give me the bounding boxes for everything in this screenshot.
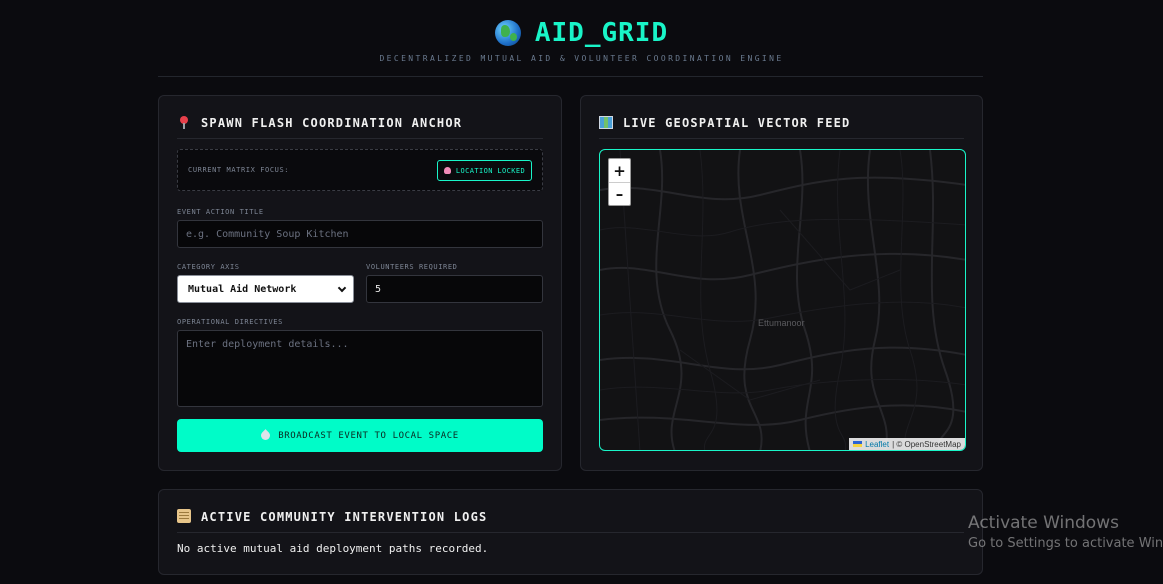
watermark-line1: Activate Windows [968, 513, 1119, 533]
spawn-panel-title: SPAWN FLASH COORDINATION ANCHOR [201, 116, 463, 130]
category-selected-value: Mutual Aid Network [188, 283, 297, 295]
location-locked-label: LOCATION LOCKED [455, 166, 526, 175]
leaflet-link[interactable]: Leaflet [865, 440, 889, 449]
volunteers-input[interactable] [366, 275, 543, 303]
spawn-anchor-panel: SPAWN FLASH COORDINATION ANCHOR CURRENT … [158, 95, 562, 471]
directives-label: OPERATIONAL DIRECTIVES [177, 318, 283, 326]
category-label: CATEGORY AXIS [177, 263, 240, 271]
ukraine-flag-icon [853, 441, 863, 447]
logs-panel-title: ACTIVE COMMUNITY INTERVENTION LOGS [201, 510, 488, 524]
map-place-label: Ettumanoor [758, 318, 805, 328]
app-subtitle: DECENTRALIZED MUTUAL AID & VOLUNTEER COO… [379, 54, 784, 63]
watermark-line2: Go to Settings to activate Windows. [968, 536, 1163, 551]
osm-attribution: | © OpenStreetMap [892, 439, 961, 449]
zoom-out-button[interactable]: – [609, 182, 630, 205]
directives-textarea[interactable] [177, 330, 543, 407]
focus-label: CURRENT MATRIX FOCUS: [188, 166, 290, 174]
zoom-controls: + – [608, 158, 631, 206]
map-panel-title: LIVE GEOSPATIAL VECTOR FEED [623, 116, 851, 130]
map-attribution: Leaflet | © OpenStreetMap [849, 438, 965, 450]
event-title-label: EVENT ACTION TITLE [177, 208, 264, 216]
category-select[interactable]: Mutual Aid Network [177, 275, 354, 303]
location-icon [443, 167, 451, 174]
app-title: AID_GRID [534, 18, 669, 48]
matrix-focus-box: CURRENT MATRIX FOCUS: LOCATION LOCKED [177, 149, 543, 191]
broadcast-event-button[interactable]: BROADCAST EVENT TO LOCAL SPACE [177, 419, 543, 452]
header-divider [158, 76, 983, 77]
volunteers-label: VOLUNTEERS REQUIRED [366, 263, 458, 271]
globe-icon [494, 20, 521, 46]
event-title-input[interactable] [177, 220, 543, 248]
logs-empty-message: No active mutual aid deployment paths re… [177, 542, 489, 555]
rocket-icon [259, 429, 273, 442]
geospatial-feed-panel: LIVE GEOSPATIAL VECTOR FEED + – Ettumano… [580, 95, 983, 471]
scroll-icon [177, 509, 191, 523]
pin-icon [177, 115, 191, 131]
broadcast-label: BROADCAST EVENT TO LOCAL SPACE [278, 430, 459, 441]
windows-activation-watermark: Activate Windows Go to Settings to activ… [968, 513, 1163, 551]
chevron-down-icon [337, 283, 347, 293]
map-roads [600, 150, 965, 450]
map-view[interactable]: + – Ettumanoor Leaflet | © OpenStreetMap [599, 149, 966, 451]
intervention-logs-panel: ACTIVE COMMUNITY INTERVENTION LOGS No ac… [158, 489, 983, 575]
zoom-in-button[interactable]: + [609, 159, 630, 182]
location-locked-button[interactable]: LOCATION LOCKED [437, 160, 532, 181]
map-icon [599, 116, 613, 129]
